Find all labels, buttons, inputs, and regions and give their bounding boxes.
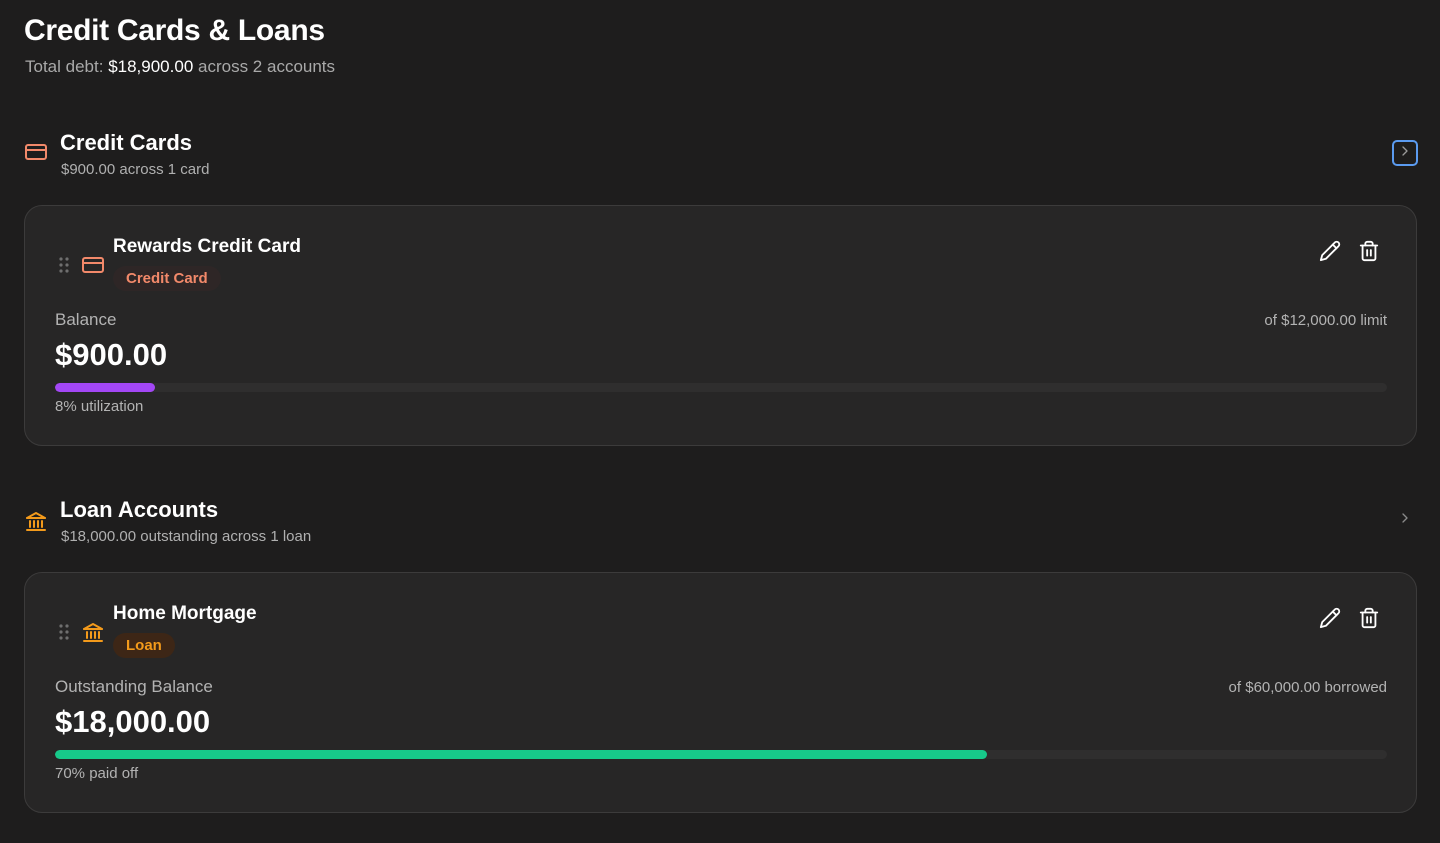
total-debt-value: $18,900.00 [108,57,194,76]
progress-fill [55,383,155,392]
balance-label: Outstanding Balance [55,677,213,696]
credit-card-icon [24,140,48,164]
limit-text: of $12,000.00 limit [1264,312,1387,329]
collapse-toggle-button[interactable] [1392,140,1418,166]
section-subtitle: $900.00 across 1 card [61,161,210,178]
subtitle-prefix: Total debt: [25,57,104,76]
progress-fill [55,750,988,759]
subtitle-suffix: across 2 accounts [198,57,336,76]
bank-icon [81,620,105,644]
trash-icon[interactable] [1358,607,1380,629]
bank-icon [24,509,48,533]
account-type-badge: Loan [113,633,175,658]
drag-handle-icon[interactable] [57,623,71,641]
progress-caption: 8% utilization [55,398,144,415]
section-header-credit-cards: Credit Cards $900.00 across 1 card [24,130,1420,186]
chevron-right-icon [1397,510,1413,531]
chevron-right-icon [1397,143,1413,164]
trash-icon[interactable] [1358,240,1380,262]
balance-value: $18,000.00 [55,704,211,739]
account-card-home-mortgage: Home Mortgage Loan Outstanding Balance o… [24,572,1417,813]
credit-card-icon [81,253,105,277]
account-name: Rewards Credit Card [113,236,301,257]
section-title: Credit Cards [60,130,193,155]
edit-icon[interactable] [1319,607,1341,629]
balance-label: Balance [55,310,117,329]
progress-caption: 70% paid off [55,765,139,782]
collapse-toggle-button[interactable] [1392,507,1418,533]
account-card-rewards-credit-card: Rewards Credit Card Credit Card Balance … [24,205,1417,446]
section-header-loan-accounts: Loan Accounts $18,000.00 outstanding acr… [24,497,1420,553]
drag-handle-icon[interactable] [57,256,71,274]
progress-bar [55,750,1387,759]
limit-text: of $60,000.00 borrowed [1228,679,1387,696]
page-subtitle: Total debt: $18,900.00 across 2 accounts [25,57,335,77]
page: Credit Cards & Loans Total debt: $18,900… [0,0,1440,843]
section-subtitle: $18,000.00 outstanding across 1 loan [61,528,312,545]
balance-value: $900.00 [55,337,168,372]
section-title: Loan Accounts [60,497,219,522]
account-name: Home Mortgage [113,603,257,624]
edit-icon[interactable] [1319,240,1341,262]
progress-bar [55,383,1387,392]
page-title: Credit Cards & Loans [24,14,325,47]
account-type-badge: Credit Card [113,266,221,291]
